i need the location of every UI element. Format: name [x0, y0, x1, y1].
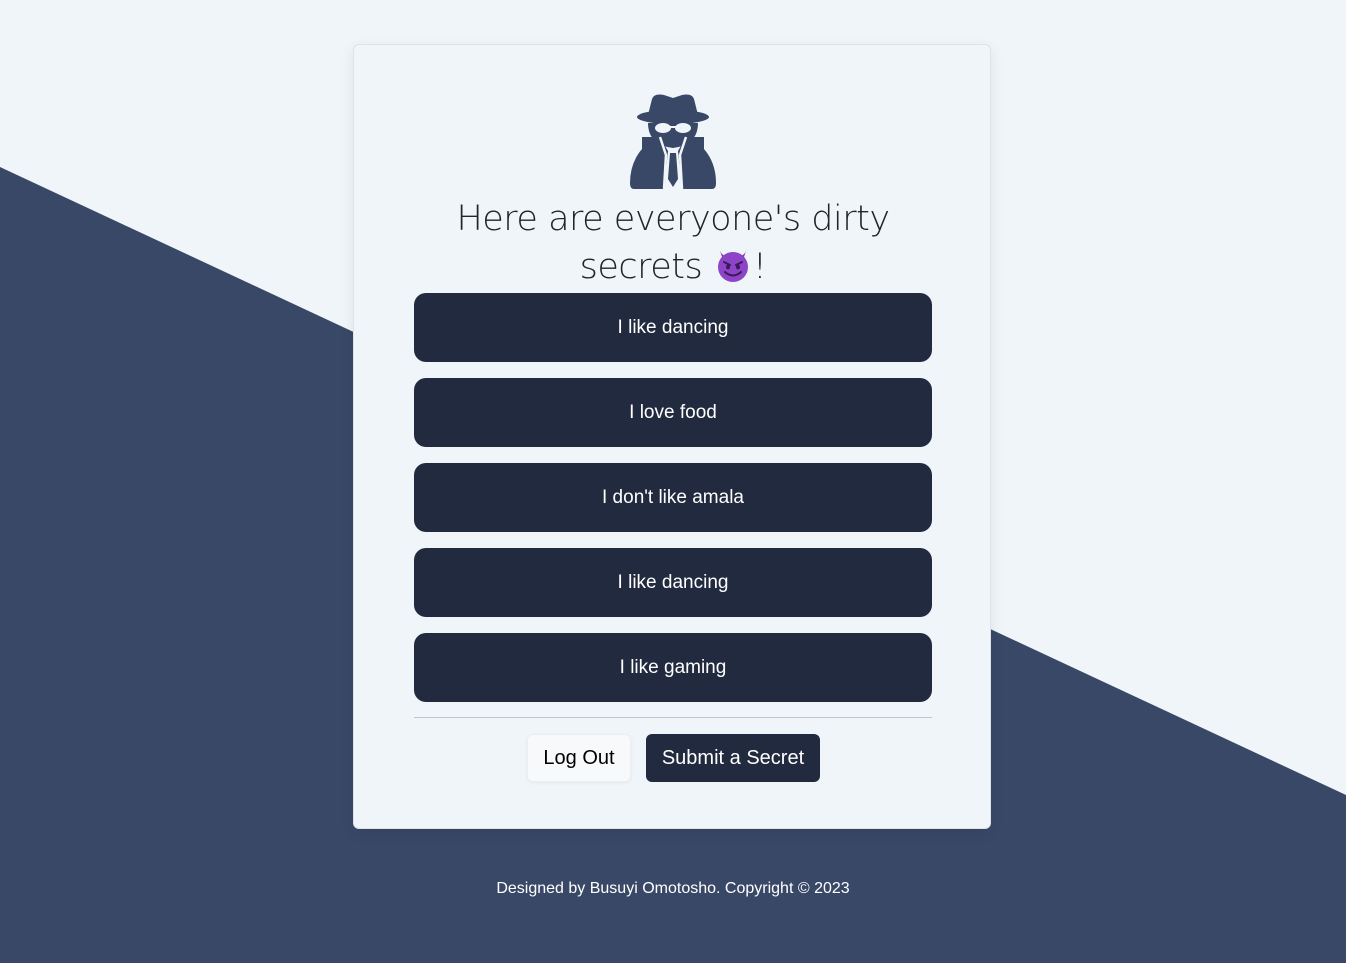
user-secret-icon [630, 94, 716, 189]
devil-emoji-icon [717, 248, 748, 282]
page-title: Here are everyone's dirty secrets ! [414, 195, 932, 291]
secret-list: I like dancing I love food I don't like … [414, 293, 932, 718]
title-line-1: Here are everyone's dirty [456, 199, 890, 239]
secret-item: I love food [414, 378, 932, 447]
secret-item: I like gaming [414, 633, 932, 702]
submit-secret-button[interactable]: Submit a Secret [646, 734, 820, 782]
secret-item: I don't like amala [414, 463, 932, 532]
secrets-card: Here are everyone's dirty secrets ! I li… [353, 44, 991, 829]
divider [414, 717, 932, 718]
logout-button[interactable]: Log Out [527, 734, 631, 782]
secret-item: I like dancing [414, 548, 932, 617]
footer-copyright: Designed by Busuyi Omotosho. Copyright ©… [496, 880, 850, 897]
title-exclamation: ! [752, 247, 767, 287]
title-line-2: secrets [579, 247, 713, 287]
secret-item: I like dancing [414, 293, 932, 362]
